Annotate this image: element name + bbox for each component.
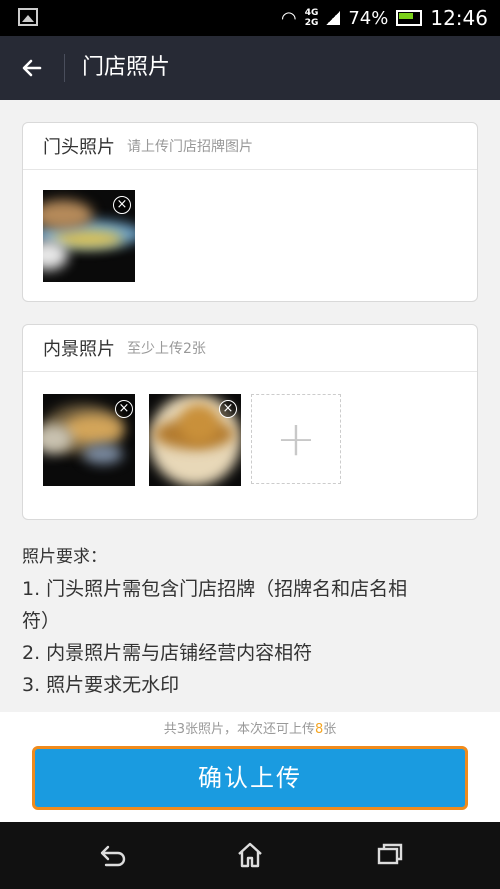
nav-recent-button[interactable]	[370, 838, 410, 872]
storefront-photo-card: 门头照片 请上传门店招牌图片 ×	[22, 122, 478, 302]
requirement-item: 符）	[22, 610, 61, 632]
storefront-title: 门头照片	[43, 137, 115, 158]
nav-home-button[interactable]	[230, 838, 270, 872]
storefront-card-header: 门头照片 请上传门店招牌图片	[23, 123, 477, 170]
back-button[interactable]	[14, 50, 50, 86]
count-suffix: 张	[323, 722, 337, 737]
requirement-item: 2. 内景照片需与店铺经营内容相符	[22, 642, 313, 664]
battery-icon	[396, 10, 423, 26]
arrow-left-icon	[22, 59, 42, 77]
status-bar: ◠ 4G 2G 74% 12:46	[0, 0, 500, 36]
interior-card-header: 内景照片 至少上传2张	[23, 325, 477, 372]
add-photo-button[interactable]: +	[251, 394, 341, 484]
plus-icon: +	[275, 411, 317, 467]
requirement-item: 3. 照片要求无水印	[22, 674, 180, 696]
nav-back-button[interactable]	[92, 838, 132, 872]
header-divider	[64, 54, 65, 82]
status-indicators: ◠ 4G 2G 74% 12:46	[281, 0, 488, 36]
signal-icon	[326, 11, 341, 25]
home-icon	[238, 842, 262, 868]
storefront-hint: 请上传门店招牌图片	[127, 139, 253, 155]
remove-photo-icon[interactable]: ×	[113, 196, 131, 214]
requirements-title: 照片要求：	[22, 547, 107, 567]
interior-hint: 至少上传2张	[127, 341, 206, 357]
gallery-notification-icon	[18, 8, 38, 26]
network-type: 4G 2G	[304, 8, 319, 28]
upload-count: 共3张照片，本次还可上传8张	[0, 718, 500, 737]
photo-requirements: 照片要求： 1. 门头照片需包含门店招牌（招牌名和店名相 符） 2. 内景照片需…	[22, 542, 482, 701]
interior-photo-card: 内景照片 至少上传2张 × × +	[22, 324, 478, 520]
clock: 12:46	[430, 6, 488, 30]
count-prefix: 共3张照片，本次还可上传	[163, 722, 315, 737]
remove-photo-icon[interactable]: ×	[219, 400, 237, 418]
system-nav-bar	[0, 822, 500, 889]
back-icon	[100, 845, 126, 867]
requirement-item: 1. 门头照片需包含门店招牌（招牌名和店名相	[22, 578, 408, 600]
interior-title: 内景照片	[43, 339, 115, 360]
wifi-icon: ◠	[280, 7, 297, 29]
recent-apps-icon	[377, 843, 403, 865]
battery-percent: 74%	[348, 7, 389, 29]
app-header: 门店照片	[0, 36, 500, 100]
storefront-thumbnails: ×	[23, 170, 477, 300]
confirm-upload-button[interactable]: 确认上传	[32, 746, 468, 810]
page-title: 门店照片	[82, 55, 171, 80]
interior-thumbnails: × × +	[23, 372, 477, 520]
remove-photo-icon[interactable]: ×	[115, 400, 133, 418]
upload-footer: 共3张照片，本次还可上传8张 确认上传	[0, 712, 500, 822]
